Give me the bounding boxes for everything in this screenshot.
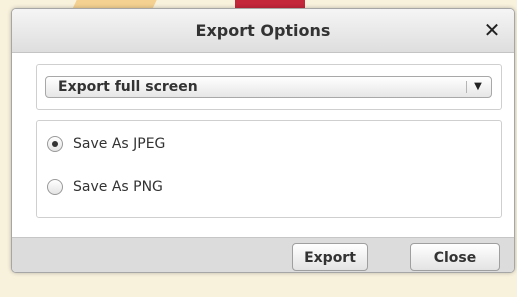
close-button[interactable]: Close [410, 243, 500, 271]
radio-button[interactable] [47, 179, 63, 195]
select-value: Export full screen [58, 79, 198, 95]
radio-button[interactable] [47, 136, 63, 152]
dialog-titlebar: Export Options ✕ [12, 9, 514, 53]
radio-label: Save As JPEG [73, 136, 166, 152]
radio-label: Save As PNG [73, 179, 163, 195]
triangle-down-icon: ▼ [474, 81, 482, 92]
export-scope-select[interactable]: Export full screen ▼ [45, 76, 492, 98]
dialog-title: Export Options [195, 21, 331, 40]
format-panel: Save As JPEG Save As PNG [36, 120, 502, 218]
radio-selected-dot [52, 141, 58, 147]
select-separator [466, 81, 467, 93]
close-icon[interactable]: ✕ [480, 17, 504, 43]
export-scope-panel: Export full screen ▼ [36, 64, 502, 110]
export-button[interactable]: Export [292, 243, 368, 271]
export-options-dialog: Export Options ✕ Export full screen ▼ Sa… [11, 8, 515, 273]
